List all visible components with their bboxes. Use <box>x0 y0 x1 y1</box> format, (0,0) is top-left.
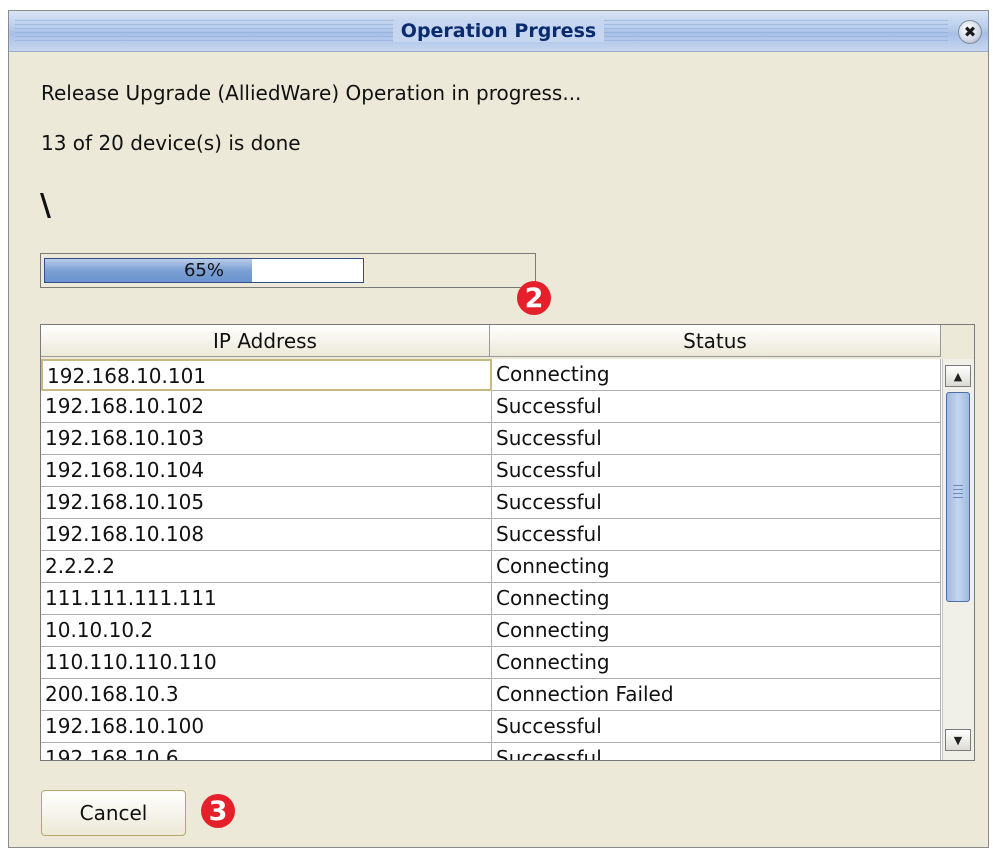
table-row[interactable]: 111.111.111.111 Connecting <box>41 583 941 615</box>
cell-status[interactable]: Successful <box>492 519 941 551</box>
table-row[interactable]: 192.168.10.103 Successful <box>41 423 941 455</box>
callout-marker-2: 2 <box>517 281 551 315</box>
table-row[interactable]: 192.168.10.105 Successful <box>41 487 941 519</box>
cell-status[interactable]: Connecting <box>492 551 941 583</box>
column-header-ip-address[interactable]: IP Address <box>41 325 490 357</box>
table-header: IP Address Status <box>41 325 974 359</box>
cell-ip-address[interactable]: 192.168.10.105 <box>41 487 492 519</box>
cell-ip-address[interactable]: 192.168.10.6 <box>41 743 492 760</box>
callout-marker-3: 3 <box>201 794 235 828</box>
scroll-up-arrow-icon[interactable]: ▲ <box>945 365 971 387</box>
operation-message: Release Upgrade (AlliedWare) Operation i… <box>41 81 582 105</box>
title-bar[interactable]: Operation Prgress ✖ <box>9 11 988 52</box>
column-header-status[interactable]: Status <box>490 325 941 357</box>
cell-ip-address[interactable]: 192.168.10.108 <box>41 519 492 551</box>
table-body: 192.168.10.101 Connecting 192.168.10.102 Su… <box>41 359 941 760</box>
table-row[interactable]: 10.10.10.2 Connecting <box>41 615 941 647</box>
cell-status[interactable]: Successful <box>492 423 941 455</box>
cell-status[interactable]: Connecting <box>492 615 941 647</box>
progress-track: 65% <box>44 258 364 283</box>
busy-spinner-icon: \ <box>40 188 51 223</box>
device-status-table: IP Address Status 192.168.10.101 Connecti… <box>40 324 975 761</box>
table-row[interactable]: 192.168.10.104 Successful <box>41 455 941 487</box>
thumb-grip-line <box>953 497 963 498</box>
cell-ip-address[interactable]: 192.168.10.102 <box>41 391 492 423</box>
cell-status[interactable]: Successful <box>492 487 941 519</box>
cell-status[interactable]: Connection Failed <box>492 679 941 711</box>
scroll-down-arrow-icon[interactable]: ▼ <box>945 729 971 751</box>
cell-ip-address[interactable]: 192.168.10.104 <box>41 455 492 487</box>
thumb-grip-line <box>953 485 963 486</box>
cell-ip-address[interactable]: 111.111.111.111 <box>41 583 492 615</box>
close-icon[interactable]: ✖ <box>958 20 982 44</box>
device-count-message: 13 of 20 device(s) is done <box>41 131 301 155</box>
dialog-title-wrap: Operation Prgress <box>9 20 988 42</box>
table-row[interactable]: 192.168.10.100 Successful <box>41 711 941 743</box>
cell-ip-address[interactable]: 192.168.10.103 <box>41 423 492 455</box>
cell-status[interactable]: Successful <box>492 391 941 423</box>
cell-status[interactable]: Successful <box>492 743 941 760</box>
table-row[interactable]: 200.168.10.3 Connection Failed <box>41 679 941 711</box>
vertical-scrollbar[interactable]: ▲ ▼ <box>942 359 974 760</box>
table-row[interactable]: 192.168.10.6 Successful <box>41 743 941 760</box>
cell-status[interactable]: Successful <box>492 711 941 743</box>
cell-ip-address[interactable]: 10.10.10.2 <box>41 615 492 647</box>
cell-ip-address[interactable]: 200.168.10.3 <box>41 679 492 711</box>
cancel-button[interactable]: Cancel <box>41 790 186 836</box>
cell-ip-address[interactable]: 192.168.10.100 <box>41 711 492 743</box>
table-row[interactable]: 192.168.10.102 Successful <box>41 391 941 423</box>
cell-ip-address[interactable]: 192.168.10.101 <box>41 359 492 391</box>
thumb-grip-line <box>953 489 963 490</box>
cell-status[interactable]: Connecting <box>492 647 941 679</box>
cell-ip-address[interactable]: 110.110.110.110 <box>41 647 492 679</box>
table-row[interactable]: 192.168.10.101 Connecting <box>41 359 941 391</box>
dialog-title: Operation Prgress <box>392 20 605 42</box>
cell-status[interactable]: Connecting <box>492 583 941 615</box>
progress-percent-label: 65% <box>183 260 224 281</box>
thumb-grip-line <box>953 493 963 494</box>
scrollbar-thumb[interactable] <box>946 392 970 602</box>
cell-ip-address[interactable]: 2.2.2.2 <box>41 551 492 583</box>
table-row[interactable]: 192.168.10.108 Successful <box>41 519 941 551</box>
cell-status[interactable]: Connecting <box>492 359 941 391</box>
cell-status[interactable]: Successful <box>492 455 941 487</box>
operation-progress-dialog: Operation Prgress ✖ Release Upgrade (All… <box>8 10 989 848</box>
progress-bar: 65% <box>40 253 536 288</box>
table-row[interactable]: 110.110.110.110 Connecting <box>41 647 941 679</box>
table-row[interactable]: 2.2.2.2 Connecting <box>41 551 941 583</box>
